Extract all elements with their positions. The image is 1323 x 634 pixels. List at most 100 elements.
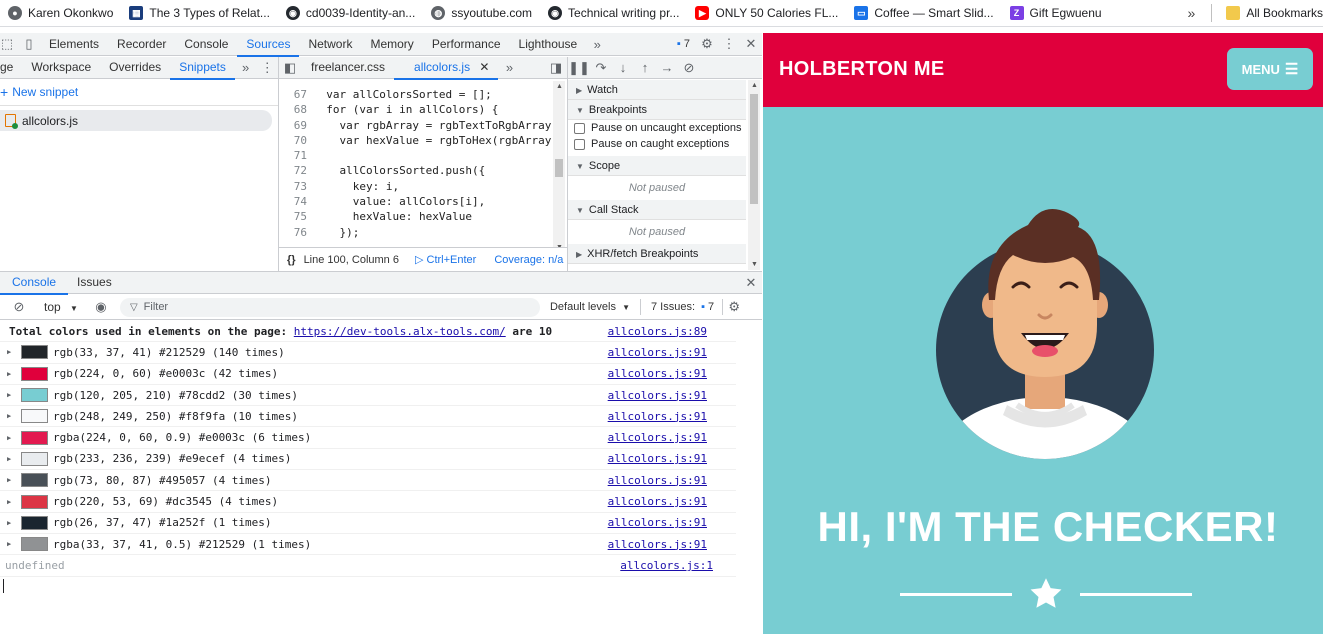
source-link[interactable]: allcolors.js:91 [608, 474, 707, 487]
url-link[interactable]: https://dev-tools.alx-tools.com/ [294, 325, 506, 338]
settings-gear-icon[interactable]: ⚙ [696, 33, 718, 56]
tab-sources[interactable]: Sources [237, 33, 300, 57]
source-link[interactable]: allcolors.js:91 [608, 346, 707, 359]
console-row[interactable]: ▶ rgb(73, 80, 87) #495057 (4 times) allc… [0, 470, 736, 492]
editor-vscrollbar[interactable]: ▲ ▼ [553, 81, 565, 253]
tab-performance[interactable]: Performance [423, 33, 510, 56]
console-row[interactable]: ▶ rgb(26, 37, 47) #1a252f (1 times) allc… [0, 513, 736, 534]
console-row[interactable]: ▶ rgb(233, 236, 239) #e9ecef (4 times) a… [0, 449, 736, 471]
console-settings-gear-icon[interactable]: ⚙ [723, 296, 745, 319]
source-link[interactable]: allcolors.js:1 [620, 559, 713, 572]
step-icon[interactable]: → [656, 57, 678, 79]
breakpoints-section[interactable]: ▼ Breakpoints [568, 100, 746, 120]
step-out-icon[interactable]: ↑ [634, 57, 656, 79]
xhr-breakpoints-section[interactable]: ▶ XHR/fetch Breakpoints [568, 244, 746, 264]
close-icon[interactable]: ✕ [740, 33, 762, 56]
context-selector[interactable]: top ▼ [44, 300, 78, 314]
step-into-icon[interactable]: ↓ [612, 57, 634, 79]
pause-uncaught-checkbox[interactable]: Pause on uncaught exceptions [568, 120, 746, 136]
console-row[interactable]: ▶ rgba(224, 0, 60, 0.9) #e0003c (6 times… [0, 428, 736, 449]
expand-arrow-icon[interactable]: ▶ [0, 455, 16, 463]
console-row[interactable]: ▶ rgb(33, 37, 41) #212529 (140 times) al… [0, 342, 736, 364]
code-editor[interactable]: 67 var allColorsSorted = []; 68 for (var… [279, 87, 551, 239]
coverage-link[interactable]: Coverage: n/a [494, 254, 563, 266]
all-bookmarks-button[interactable]: All Bookmarks [1218, 0, 1323, 26]
issues-counter[interactable]: 7 Issues: ▪ 7 [651, 301, 714, 313]
call-stack-section[interactable]: ▼ Call Stack [568, 200, 746, 220]
bookmark-item[interactable]: ◉ cd0039-Identity-an... [278, 0, 423, 26]
tab-recorder[interactable]: Recorder [108, 33, 175, 56]
source-link[interactable]: allcolors.js:91 [608, 410, 707, 423]
console-row[interactable]: ▶ rgb(248, 249, 250) #f8f9fa (10 times) … [0, 406, 736, 428]
log-levels-dropdown[interactable]: Default levels ▼ [550, 301, 630, 313]
source-link[interactable]: allcolors.js:91 [608, 495, 707, 508]
pretty-print-icon[interactable]: {} [279, 254, 304, 266]
tab-workspace[interactable]: Workspace [22, 57, 100, 79]
drawer-tab-issues[interactable]: Issues [68, 271, 121, 294]
bookmark-item[interactable]: ◍ ssyoutube.com [423, 0, 540, 26]
drawer-tab-console[interactable]: Console [0, 271, 69, 295]
expand-arrow-icon[interactable]: ▶ [0, 370, 16, 378]
console-row[interactable]: ▶ rgb(220, 53, 69) #dc3545 (4 times) all… [0, 491, 736, 513]
bookmark-item[interactable]: ● Karen Okonkwo [0, 0, 121, 26]
expand-arrow-icon[interactable]: ▶ [0, 498, 16, 506]
more-tabs-icon[interactable]: » [235, 57, 257, 79]
bookmark-item[interactable]: ◉ Technical writing pr... [540, 0, 687, 26]
step-over-icon[interactable]: ↷ [590, 57, 612, 79]
inspect-element-icon[interactable]: ⬚ [0, 33, 18, 56]
tab-overrides[interactable]: Overrides [100, 57, 170, 79]
toggle-debugger-icon[interactable]: ◨ [545, 57, 567, 79]
close-drawer-icon[interactable]: ✕ [740, 271, 762, 294]
console-prompt-cursor[interactable] [3, 579, 4, 593]
pause-caught-checkbox[interactable]: Pause on caught exceptions [568, 136, 746, 152]
source-link[interactable]: allcolors.js:91 [608, 538, 707, 551]
kebab-menu-icon[interactable]: ⋮ [718, 33, 740, 56]
site-logo[interactable]: HOLBERTON ME [779, 58, 944, 81]
expand-arrow-icon[interactable]: ▶ [0, 476, 16, 484]
watch-section[interactable]: ▶ Watch [568, 80, 746, 100]
bookmark-item[interactable]: ▭ Coffee — Smart Slid... [846, 0, 1001, 26]
menu-button[interactable]: MENU ☰ [1227, 48, 1313, 90]
close-tab-icon[interactable]: ✕ [479, 60, 489, 74]
console-row[interactable]: ▶ rgb(224, 0, 60) #e0003c (42 times) all… [0, 364, 736, 385]
source-link[interactable]: allcolors.js:91 [608, 389, 707, 402]
more-tabs-icon[interactable]: » [586, 33, 608, 56]
expand-arrow-icon[interactable]: ▶ [0, 348, 16, 356]
more-tabs-icon[interactable]: » [498, 57, 520, 79]
debugger-scrollbar[interactable]: ▲ ▼ [748, 80, 760, 270]
run-snippet-button[interactable]: ▷ Ctrl+Enter [415, 253, 476, 266]
bookmark-item[interactable]: ▦ The 3 Types of Relat... [121, 0, 278, 26]
editor-tab-allcolors-js[interactable]: allcolors.js ✕ [394, 57, 499, 80]
console-row[interactable]: ▶ rgb(120, 205, 210) #78cdd2 (30 times) … [0, 385, 736, 407]
editor-tab-freelancer-css[interactable]: freelancer.css [301, 57, 394, 79]
source-link[interactable]: allcolors.js:91 [608, 367, 707, 380]
expand-arrow-icon[interactable]: ▶ [0, 540, 16, 548]
expand-arrow-icon[interactable]: ▶ [0, 434, 16, 442]
expand-arrow-icon[interactable]: ▶ [0, 391, 16, 399]
device-toolbar-icon[interactable]: ▯ [18, 33, 40, 56]
new-snippet-button[interactable]: + New snippet [0, 79, 278, 105]
console-row[interactable]: ▶ rgba(33, 37, 41, 0.5) #212529 (1 times… [0, 534, 736, 556]
pause-icon[interactable]: ❚❚ [568, 57, 590, 79]
kebab-menu-icon[interactable]: ⋮ [256, 57, 278, 79]
snippet-file-item[interactable]: allcolors.js [0, 110, 272, 131]
expand-arrow-icon[interactable]: ▶ [0, 412, 16, 420]
source-link[interactable]: allcolors.js:91 [608, 431, 707, 444]
expand-arrow-icon[interactable]: ▶ [0, 519, 16, 527]
source-link[interactable]: allcolors.js:91 [608, 516, 707, 529]
eye-icon[interactable]: ◉ [90, 296, 112, 319]
clear-console-icon[interactable]: ⊘ [8, 296, 30, 319]
toggle-navigator-icon[interactable]: ◧ [279, 57, 301, 79]
scope-section[interactable]: ▼ Scope [568, 156, 746, 176]
bookmark-item[interactable]: Z Gift Egwuenu [1002, 0, 1110, 26]
tab-network[interactable]: Network [299, 33, 361, 56]
bookmark-item[interactable]: ▶ ONLY 50 Calories FL... [687, 0, 846, 26]
source-link[interactable]: allcolors.js:91 [608, 452, 707, 465]
bookmarks-overflow-button[interactable]: » [1178, 5, 1206, 21]
console-filter-field[interactable]: ▽ Filter [119, 297, 540, 317]
tab-console[interactable]: Console [175, 33, 237, 56]
deactivate-breakpoints-icon[interactable]: ⊘ [678, 57, 700, 79]
source-link[interactable]: allcolors.js:89 [608, 325, 707, 338]
tab-page-partial[interactable]: ge [0, 57, 22, 79]
tab-snippets[interactable]: Snippets [170, 57, 235, 80]
